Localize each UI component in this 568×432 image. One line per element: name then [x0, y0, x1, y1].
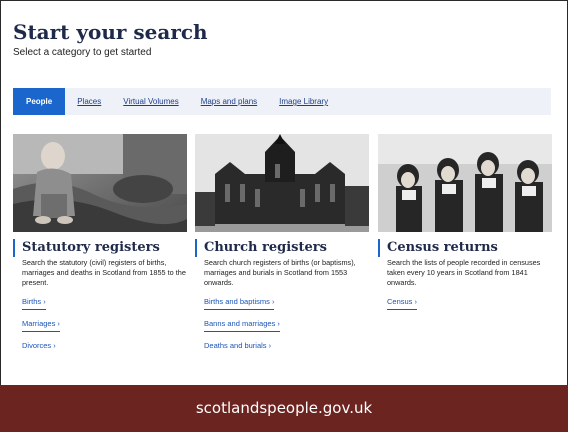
tab-places[interactable]: Places [77, 97, 101, 106]
page-subtitle: Select a category to get started [13, 47, 152, 58]
card-title[interactable]: Church registers [204, 239, 369, 257]
card-description: Search the lists of people recorded in c… [387, 258, 541, 287]
tab-image-library[interactable]: Image Library [279, 97, 328, 106]
card-accent-bar [13, 239, 15, 257]
tab-maps-and-plans[interactable]: Maps and plans [201, 97, 257, 106]
card-statutory-registers: Statutory registers Search the statutory… [13, 134, 187, 350]
card-description: Search the statutory (civil) registers o… [22, 258, 186, 287]
link-marriages[interactable]: Marriages › [22, 319, 187, 332]
card-description: Search church registers of births (or ba… [204, 258, 356, 287]
card-title[interactable]: Census returns [387, 239, 552, 257]
page-header: Start your search Select a category to g… [13, 20, 208, 58]
card-census-returns: Census returns Search the lists of peopl… [378, 134, 552, 310]
source-caption: scotlandspeople.gov.uk [195, 399, 373, 417]
cathedral-photo-image [195, 134, 369, 232]
link-births[interactable]: Births › [22, 297, 187, 310]
link-census[interactable]: Census › [387, 297, 552, 310]
source-caption-bar: scotlandspeople.gov.uk [0, 385, 568, 432]
tab-people[interactable]: People [13, 88, 66, 115]
schoolgirls-photo-image [378, 134, 552, 232]
card-accent-bar [378, 239, 380, 257]
card-church-registers: Church registers Search church registers… [195, 134, 369, 350]
category-tabs: People Places Virtual Volumes Maps and p… [13, 88, 551, 115]
card-body: Statutory registers Search the statutory… [13, 239, 187, 350]
card-body: Census returns Search the lists of peopl… [378, 239, 552, 310]
link-divorces[interactable]: Divorces › [22, 341, 187, 350]
link-deaths-and-burials[interactable]: Deaths and burials › [204, 341, 369, 350]
link-banns-and-marriages[interactable]: Banns and marriages › [204, 319, 369, 332]
page-title: Start your search [13, 20, 208, 44]
card-accent-bar [195, 239, 197, 257]
card-body: Church registers Search church registers… [195, 239, 369, 350]
card-title[interactable]: Statutory registers [22, 239, 187, 257]
link-births-and-baptisms[interactable]: Births and baptisms › [204, 297, 369, 310]
baby-photo-image [13, 134, 187, 232]
tab-virtual-volumes[interactable]: Virtual Volumes [123, 97, 178, 106]
